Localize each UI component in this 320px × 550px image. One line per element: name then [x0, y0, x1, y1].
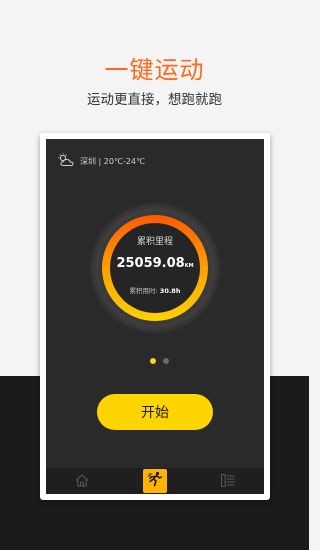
phone-frame: 深圳 | 20℃-24℃ 累积里程 25059.08KM 累积用时: 30.8h…	[40, 133, 270, 500]
promo-subtitle: 运动更直接，想跑就跑	[87, 92, 222, 108]
distance-unit: KM	[184, 263, 194, 269]
distance-ring: 累积里程 25059.08KM 累积用时: 30.8h	[89, 202, 221, 334]
bottom-tab-bar	[46, 468, 264, 494]
promo-title: 一键运动	[104, 56, 205, 84]
home-icon	[75, 472, 89, 491]
tab-home[interactable]	[70, 469, 94, 493]
weather-widget: 深圳 | 20℃-24℃	[58, 152, 145, 171]
tab-list[interactable]	[216, 469, 240, 493]
distance-value: 25059.08KM	[116, 256, 194, 271]
page-dot-2[interactable]	[163, 358, 169, 364]
runner-icon	[147, 471, 163, 491]
app-screen: 深圳 | 20℃-24℃ 累积里程 25059.08KM 累积用时: 30.8h…	[46, 139, 264, 494]
cloud-sun-icon	[58, 152, 76, 171]
duration-label: 累积用时:	[129, 287, 158, 295]
duration-value: 30.8h	[159, 287, 181, 295]
list-icon	[220, 472, 235, 491]
weather-text: 深圳 | 20℃-24℃	[80, 156, 145, 166]
page-indicator	[150, 358, 169, 364]
start-button[interactable]: 开始	[97, 394, 213, 430]
tab-run[interactable]	[142, 469, 167, 493]
duration-text: 累积用时: 30.8h	[89, 285, 221, 295]
page-dot-1[interactable]	[150, 358, 156, 364]
distance-label: 累积里程	[136, 237, 173, 247]
